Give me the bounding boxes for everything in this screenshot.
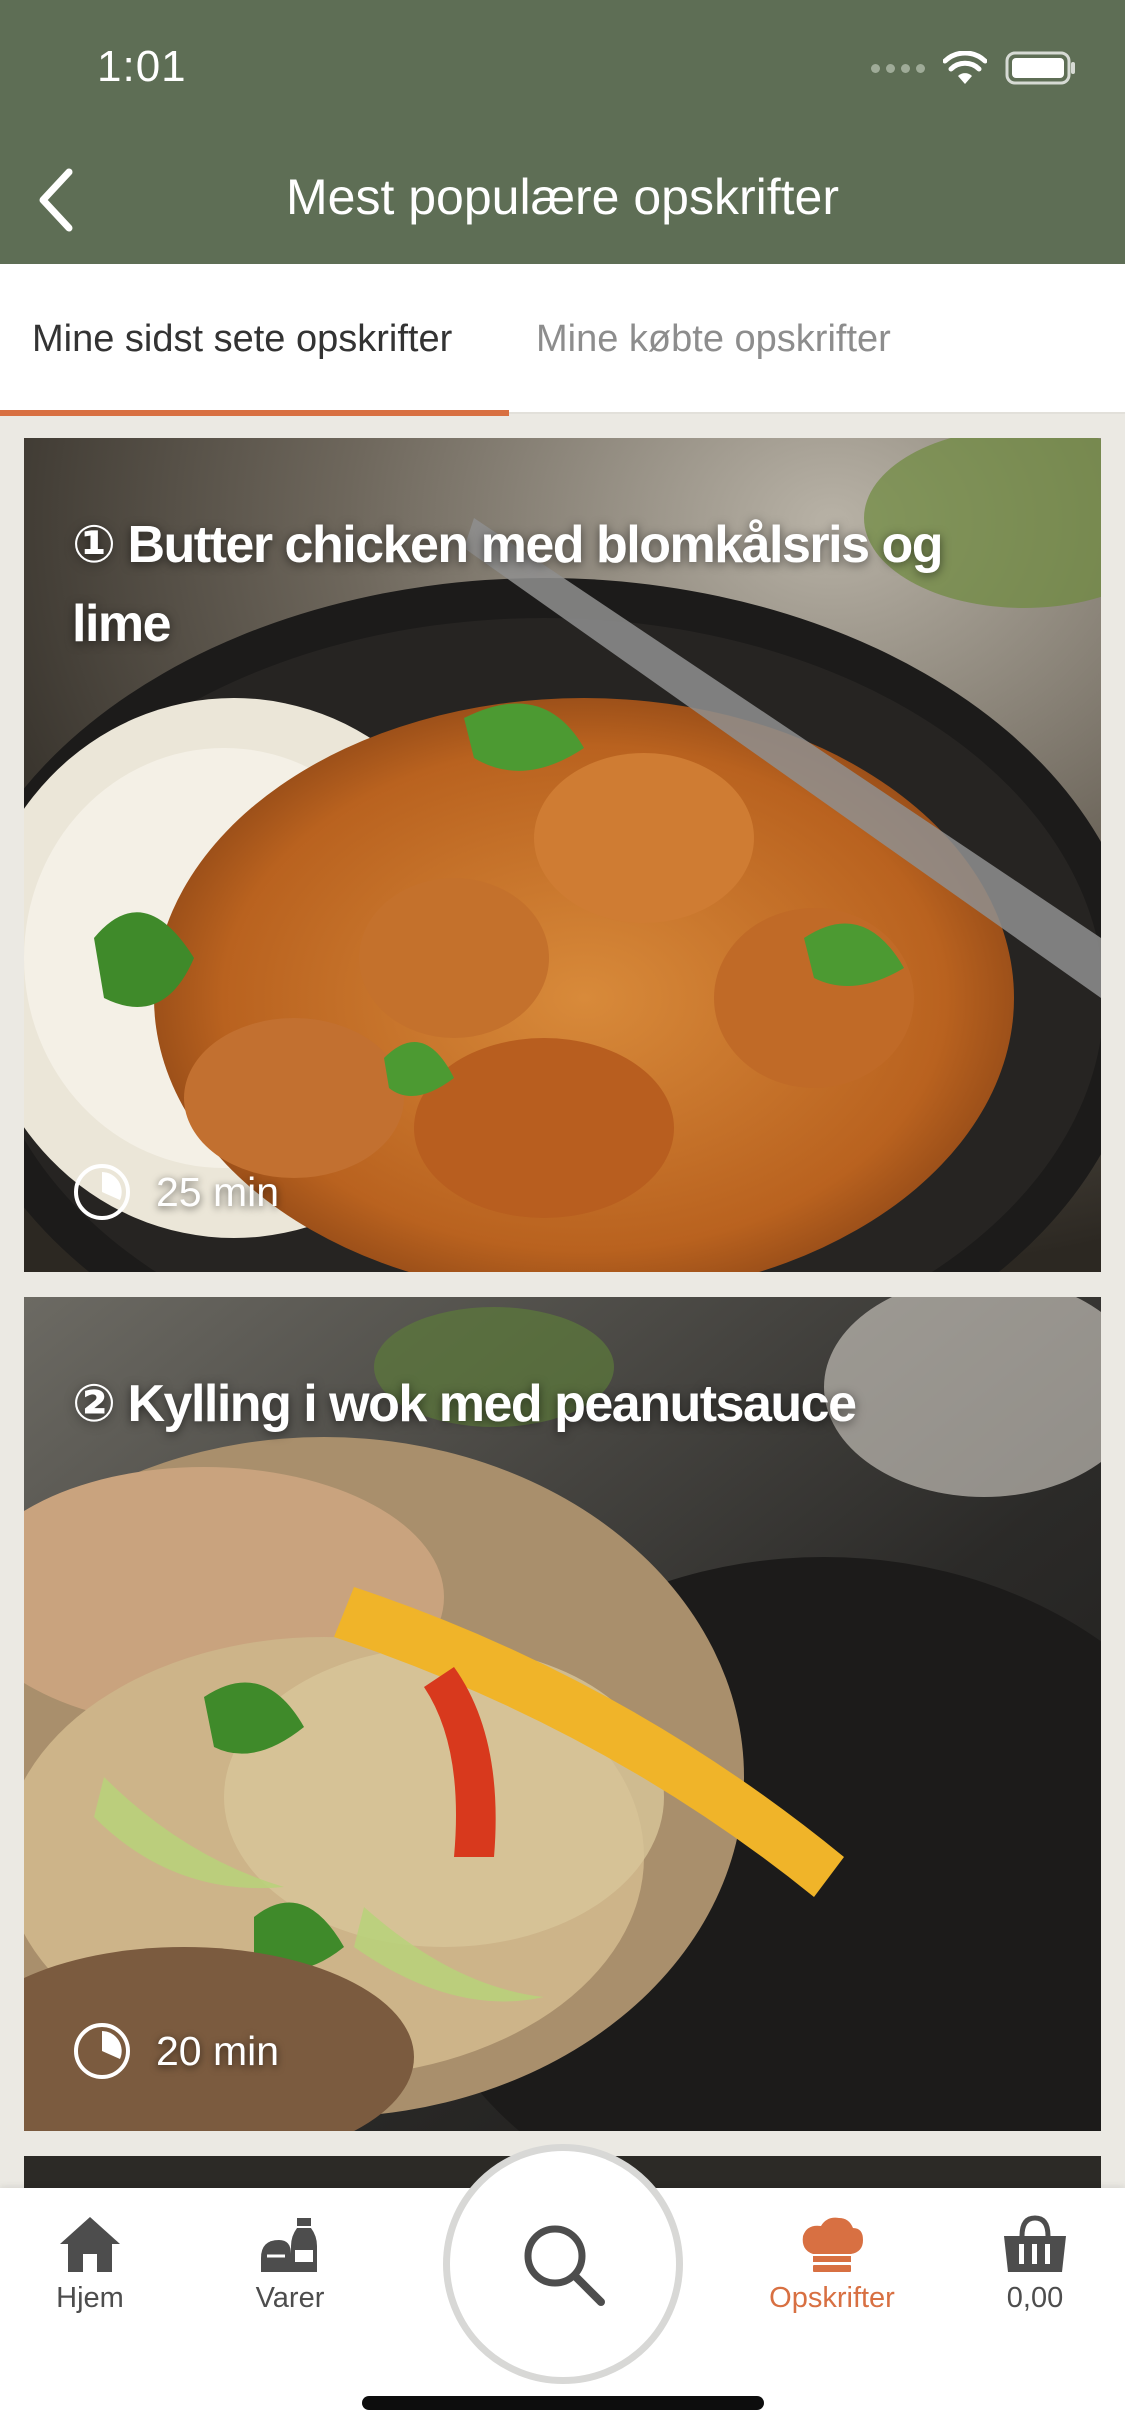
recipe-card[interactable]: ② Kylling i wok med peanutsauce 20 min bbox=[24, 1297, 1101, 2131]
cellular-signal-icon bbox=[871, 63, 925, 73]
tab-purchased[interactable]: Mine købte opskrifter bbox=[536, 264, 891, 414]
nav-home-label: Hjem bbox=[56, 2282, 124, 2314]
recipe-title: ① Butter chicken med blomkålsris og lime bbox=[72, 506, 1032, 664]
groceries-icon bbox=[261, 2218, 317, 2272]
recipe-time: 25 min bbox=[72, 1162, 279, 1222]
search-button[interactable] bbox=[443, 2144, 683, 2384]
recipe-rank: ② bbox=[72, 1375, 116, 1433]
recipe-time: 20 min bbox=[72, 2021, 279, 2081]
recipe-name: Butter chicken med blomkålsris og lime bbox=[72, 516, 944, 653]
tab-bar: Mine sidst sete opskrifter Mine købte op… bbox=[0, 264, 1125, 416]
recipe-time-value: 20 min bbox=[156, 2027, 280, 2074]
clock-icon bbox=[74, 1164, 130, 1220]
nav-home[interactable]: Hjem bbox=[0, 2214, 180, 2315]
status-icons bbox=[871, 48, 1077, 88]
nav-products[interactable]: Varer bbox=[200, 2214, 380, 2315]
wifi-icon bbox=[943, 51, 987, 84]
nav-basket[interactable]: 0,00 bbox=[945, 2214, 1125, 2315]
search-icon bbox=[524, 2225, 605, 2306]
nav-recipes[interactable]: Opskrifter bbox=[742, 2214, 922, 2315]
recipe-name: Kylling i wok med peanutsauce bbox=[127, 1375, 857, 1433]
battery-icon bbox=[1005, 51, 1075, 85]
home-indicator bbox=[362, 2396, 764, 2410]
recipe-rank: ① bbox=[72, 516, 116, 574]
chef-hat-icon bbox=[802, 2217, 863, 2272]
status-time: 1:01 bbox=[97, 42, 187, 91]
basket-icon bbox=[1004, 2215, 1066, 2272]
clock-icon bbox=[74, 2023, 130, 2079]
app-header: 1:01 Mest populære opskrifter bbox=[0, 0, 1125, 264]
home-icon bbox=[60, 2217, 120, 2272]
tab-recently-viewed[interactable]: Mine sidst sete opskrifter bbox=[0, 264, 509, 416]
recipe-card[interactable]: ① Butter chicken med blomkålsris og lime… bbox=[24, 438, 1101, 1272]
recipe-time-value: 25 min bbox=[156, 1168, 280, 1215]
nav-basket-label: 0,00 bbox=[1006, 2282, 1064, 2314]
page-title: Mest populære opskrifter bbox=[285, 169, 839, 225]
nav-recipes-label: Opskrifter bbox=[769, 2282, 895, 2314]
nav-products-label: Varer bbox=[255, 2282, 325, 2314]
recipe-title: ② Kylling i wok med peanutsauce bbox=[72, 1365, 1032, 1444]
